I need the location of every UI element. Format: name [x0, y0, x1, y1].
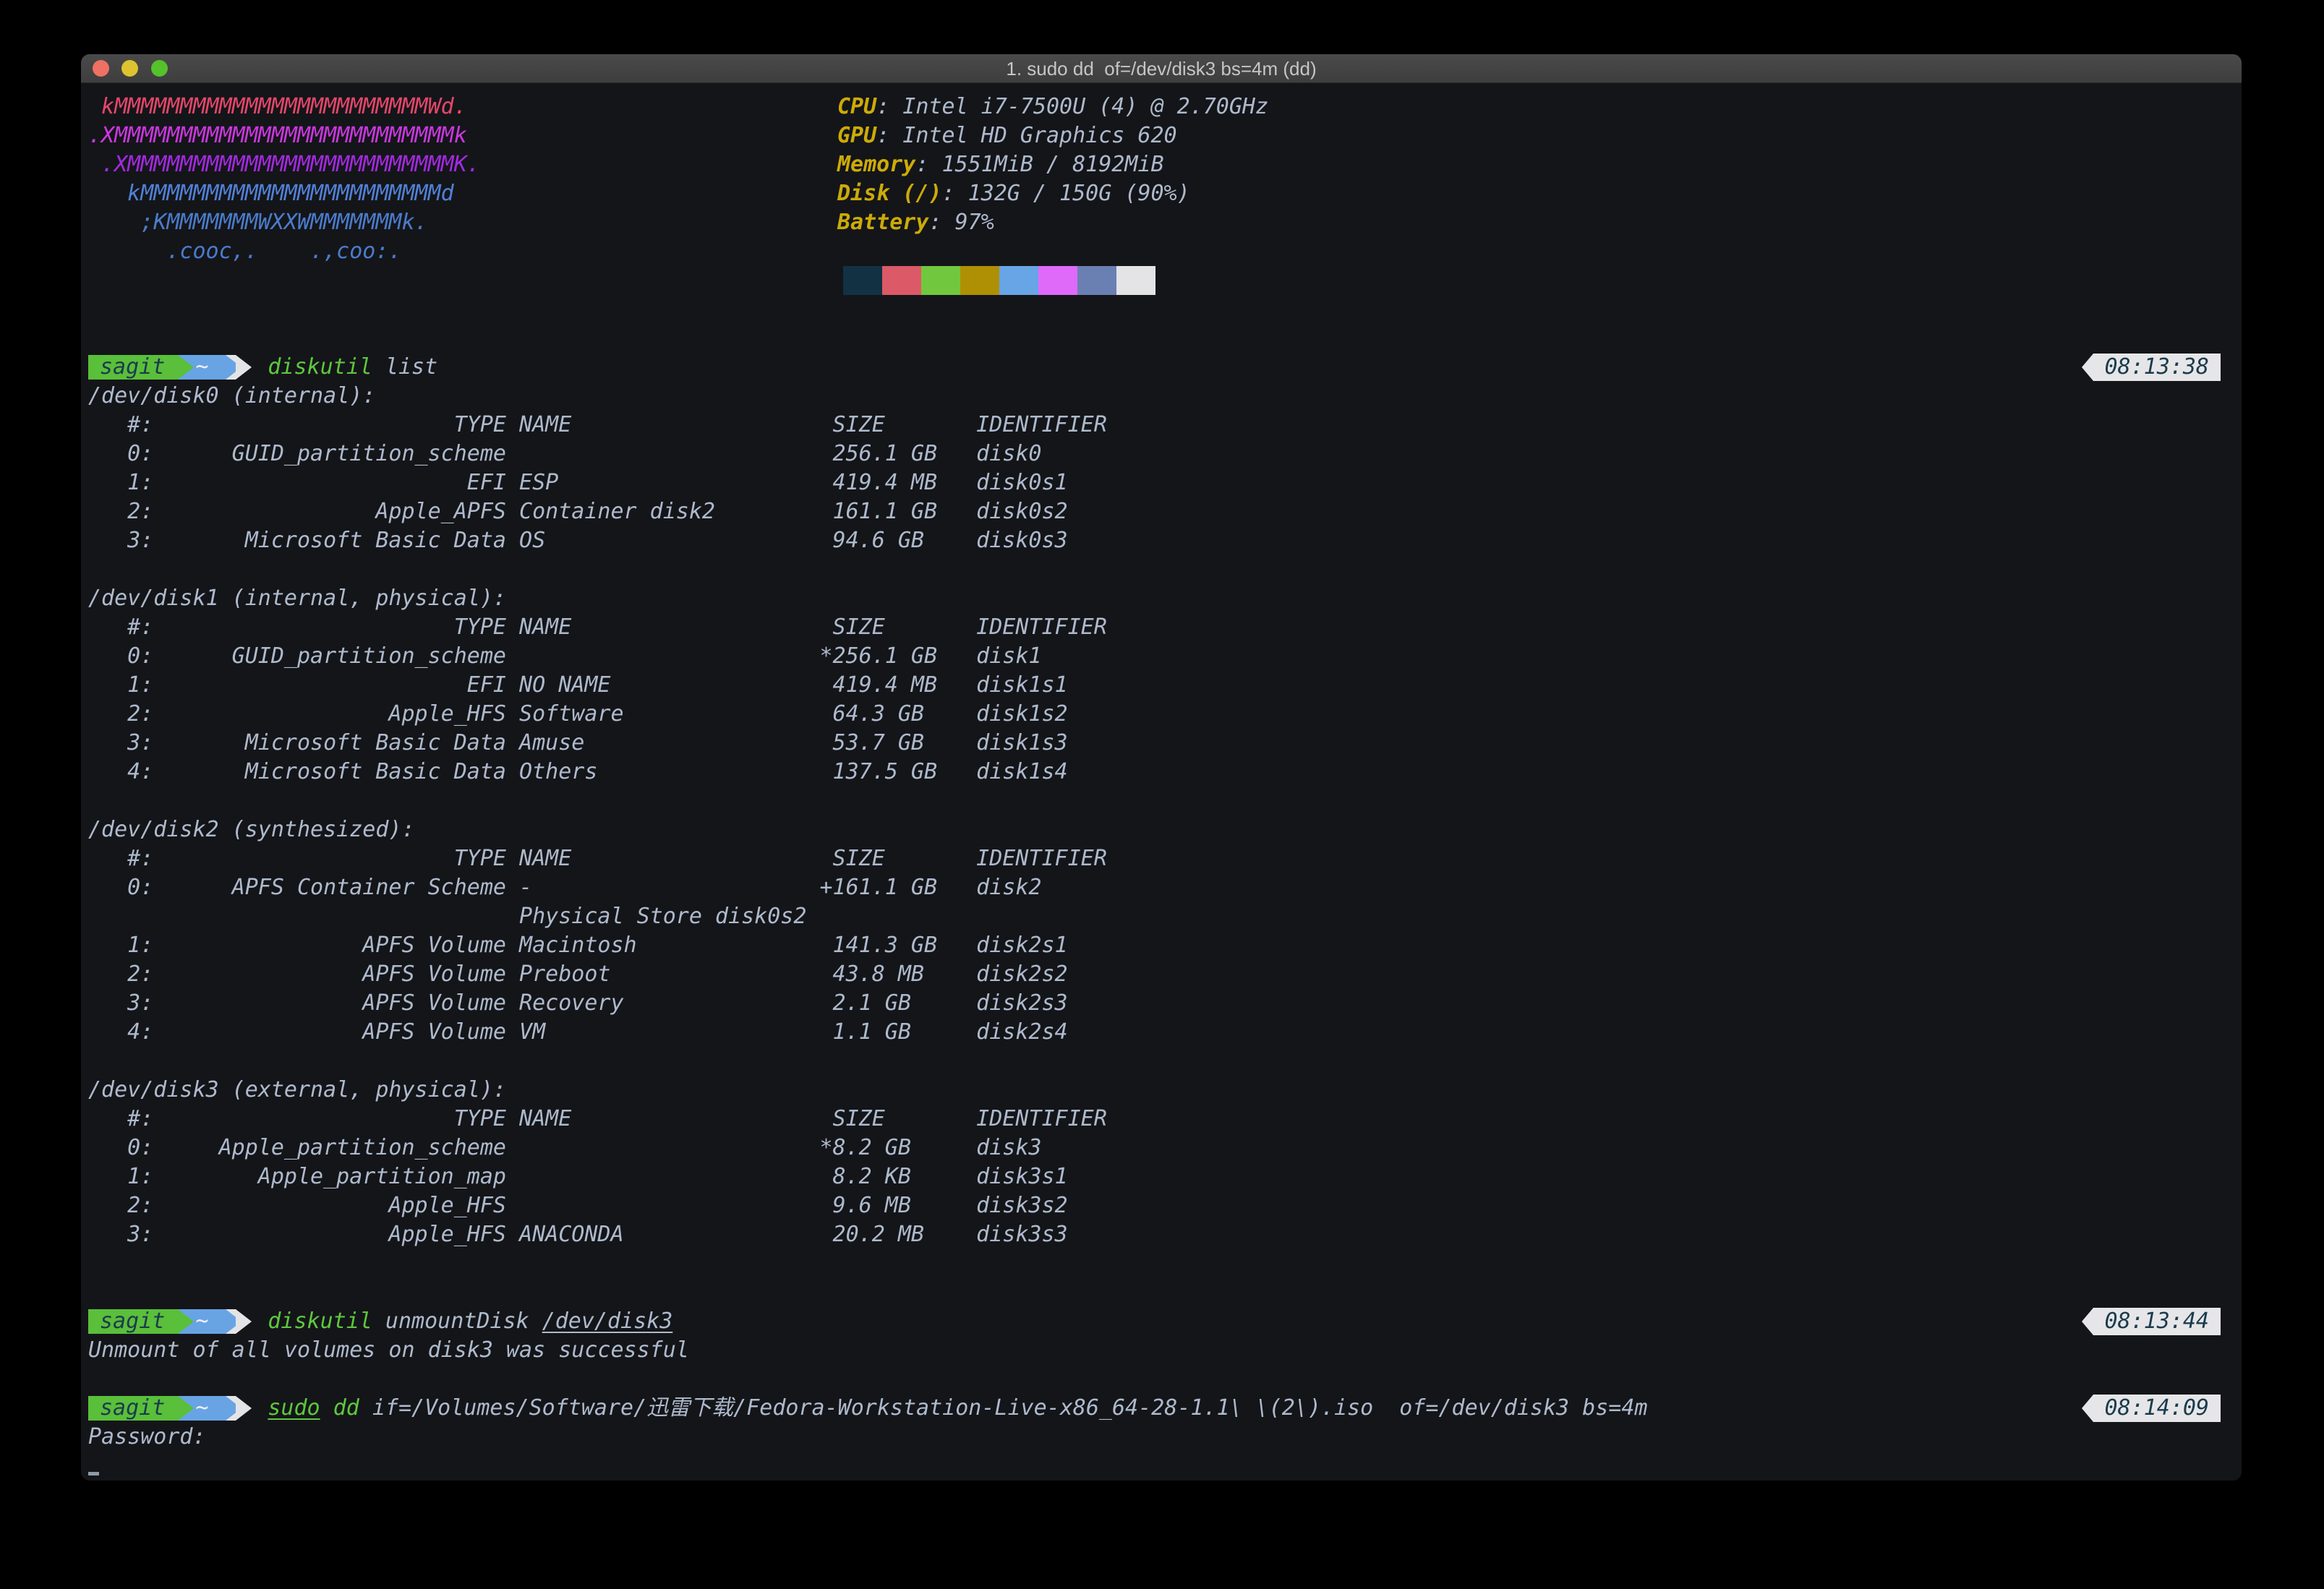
color-swatch	[999, 266, 1038, 295]
color-swatch	[843, 266, 882, 295]
terminal-cursor[interactable]	[88, 1472, 99, 1476]
system-info-line: GPU: Intel HD Graphics 620	[837, 121, 1268, 150]
command-token: if=/Volumes/Software/迅雷下载/Fedora-Worksta…	[359, 1395, 1648, 1421]
command-token: unmountDisk	[372, 1309, 542, 1334]
command-token: diskutil	[268, 1309, 372, 1334]
timestamp-badge: 08:14:09	[2093, 1395, 2221, 1422]
color-swatch	[921, 266, 960, 295]
prompt-directory: ~	[195, 1309, 208, 1334]
window-titlebar[interactable]: 1. sudo dd of=/dev/disk3 bs=4m (dd)	[81, 54, 2242, 83]
system-info-line: Battery: 97%	[837, 208, 1268, 237]
ascii-art-line: .XMMMMMMMMMMMMMMMMMMMMMMMMMMk	[88, 121, 480, 150]
prompt-directory: ~	[195, 1395, 208, 1421]
command-text-sudo-dd: sudo dd if=/Volumes/Software/迅雷下载/Fedora…	[268, 1394, 1647, 1423]
diskutil-output-disk2: /dev/disk2 (synthesized): #: TYPE NAME S…	[88, 815, 1107, 1047]
command-text-diskutil-list: diskutil list	[268, 353, 437, 382]
info-label: GPU	[837, 123, 876, 148]
color-swatch	[960, 266, 999, 295]
prompt-username: sagit	[100, 1395, 165, 1421]
timestamp-text: 08:13:44	[2105, 1309, 2210, 1334]
ascii-art-line: .cooc,. .,coo:.	[88, 237, 480, 266]
system-info-line: CPU: Intel i7-7500U (4) @ 2.70GHz	[837, 93, 1268, 121]
info-value: : Intel i7-7500U (4) @ 2.70GHz	[876, 94, 1268, 119]
command-token: /dev/disk3	[542, 1309, 673, 1334]
password-prompt-text: Password:	[88, 1423, 206, 1452]
neofetch-ascii-art: kMMMMMMMMMMMMMMMMMMMMMMMMWd..XMMMMMMMMMM…	[88, 93, 480, 266]
ascii-art-line: kMMMMMMMMMMMMMMMMMMMMMMMd	[88, 179, 480, 208]
diskutil-output-disk1: /dev/disk1 (internal, physical): #: TYPE…	[88, 584, 1107, 787]
info-value: : Intel HD Graphics 620	[876, 123, 1176, 148]
ascii-art-line: kMMMMMMMMMMMMMMMMMMMMMMMMWd.	[88, 93, 480, 121]
timestamp-text: 08:13:38	[2105, 354, 2210, 380]
info-value: : 97%	[928, 210, 994, 235]
ascii-art-line: ;KMMMMMMMWXXWMMMMMMMk.	[88, 208, 480, 237]
prompt-user-segment: sagit	[88, 1309, 178, 1334]
system-info-line: Memory: 1551MiB / 8192MiB	[837, 150, 1268, 179]
color-swatch	[1077, 266, 1116, 295]
prompt-directory: ~	[195, 354, 208, 380]
neofetch-system-info: CPU: Intel i7-7500U (4) @ 2.70GHzGPU: In…	[837, 93, 1268, 237]
window-title: 1. sudo dd of=/dev/disk3 bs=4m (dd)	[81, 54, 2242, 83]
prompt-row-1: sagit ~ diskutil list 08:13:38	[88, 353, 2242, 382]
command-token: list	[372, 354, 437, 380]
prompt-row-2: sagit ~ diskutil unmountDisk /dev/disk3 …	[88, 1307, 2242, 1336]
unmount-result-text: Unmount of all volumes on disk3 was succ…	[88, 1336, 689, 1365]
info-label: CPU	[837, 94, 876, 119]
prompt-row-3: sagit ~ sudo dd if=/Volumes/Software/迅雷下…	[88, 1394, 2242, 1423]
info-label: Memory	[837, 152, 915, 177]
diskutil-output-disk0: /dev/disk0 (internal): #: TYPE NAME SIZE…	[88, 382, 1107, 555]
diskutil-output-disk3: /dev/disk3 (external, physical): #: TYPE…	[88, 1076, 1107, 1249]
color-swatch	[1116, 266, 1155, 295]
timestamp-text: 08:14:09	[2105, 1395, 2210, 1421]
ascii-art-line: .XMMMMMMMMMMMMMMMMMMMMMMMMMK.	[88, 150, 480, 179]
command-token: dd	[333, 1395, 359, 1421]
system-info-line: Disk (/): 132G / 150G (90%)	[837, 179, 1268, 208]
prompt-user-segment: sagit	[88, 355, 178, 380]
command-token: sudo	[268, 1395, 320, 1421]
terminal-window[interactable]: 1. sudo dd of=/dev/disk3 bs=4m (dd) kMMM…	[81, 54, 2242, 1481]
prompt-user-segment: sagit	[88, 1396, 178, 1421]
desktop-background: { "window": { "title": "1. sudo dd of=/d…	[0, 0, 2324, 1589]
command-token: diskutil	[268, 354, 372, 380]
info-value: : 1551MiB / 8192MiB	[915, 152, 1163, 177]
color-swatch	[882, 266, 921, 295]
info-label: Disk (/)	[837, 181, 942, 206]
timestamp-badge: 08:13:44	[2093, 1308, 2221, 1335]
neofetch-color-palette	[843, 266, 1155, 295]
timestamp-badge: 08:13:38	[2093, 354, 2221, 381]
color-swatch	[1038, 266, 1077, 295]
info-label: Battery	[837, 210, 928, 235]
command-text-unmount-disk: diskutil unmountDisk /dev/disk3	[268, 1307, 672, 1336]
prompt-username: sagit	[100, 354, 165, 380]
command-token	[320, 1395, 333, 1421]
prompt-username: sagit	[100, 1309, 165, 1334]
info-value: : 132G / 150G (90%)	[942, 181, 1190, 206]
